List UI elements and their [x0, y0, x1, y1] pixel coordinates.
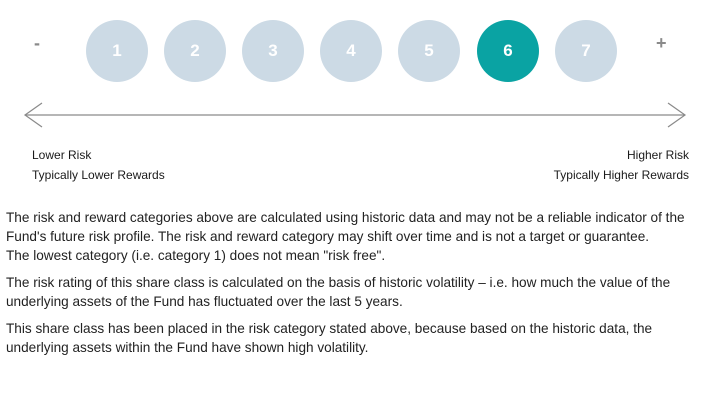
lower-risk-text: Lower Risk [32, 148, 92, 162]
paragraph-placement: This share class has been placed in the … [6, 321, 653, 355]
paragraph-lowest-category: The lowest category (i.e. category 1) do… [6, 248, 386, 263]
risk-category-1: 1 [86, 20, 148, 82]
higher-rewards-text: Typically Higher Rewards [553, 168, 689, 182]
paragraph-categories: The risk and reward categories above are… [6, 210, 685, 244]
risk-category-3: 3 [242, 20, 304, 82]
minus-sign: - [34, 33, 40, 53]
higher-risk-label: Higher Risk Typically Higher Rewards [554, 145, 689, 185]
lower-risk-label: Lower Risk Typically Lower Rewards [32, 145, 165, 185]
risk-category-4: 4 [320, 20, 382, 82]
lower-rewards-text: Typically Lower Rewards [32, 168, 165, 182]
double-arrow-icon [23, 102, 687, 128]
risk-category-6-active: 6 [477, 20, 539, 82]
risk-category-2: 2 [164, 20, 226, 82]
risk-reward-scale: - 1 2 3 4 5 6 7 + [0, 0, 701, 140]
risk-category-5: 5 [398, 20, 460, 82]
risk-explanation: The risk and reward categories above are… [6, 208, 698, 357]
paragraph-risk-rating: The risk rating of this share class is c… [6, 275, 671, 309]
plus-sign: + [656, 33, 667, 53]
higher-risk-text: Higher Risk [626, 148, 689, 162]
risk-category-7: 7 [555, 20, 617, 82]
